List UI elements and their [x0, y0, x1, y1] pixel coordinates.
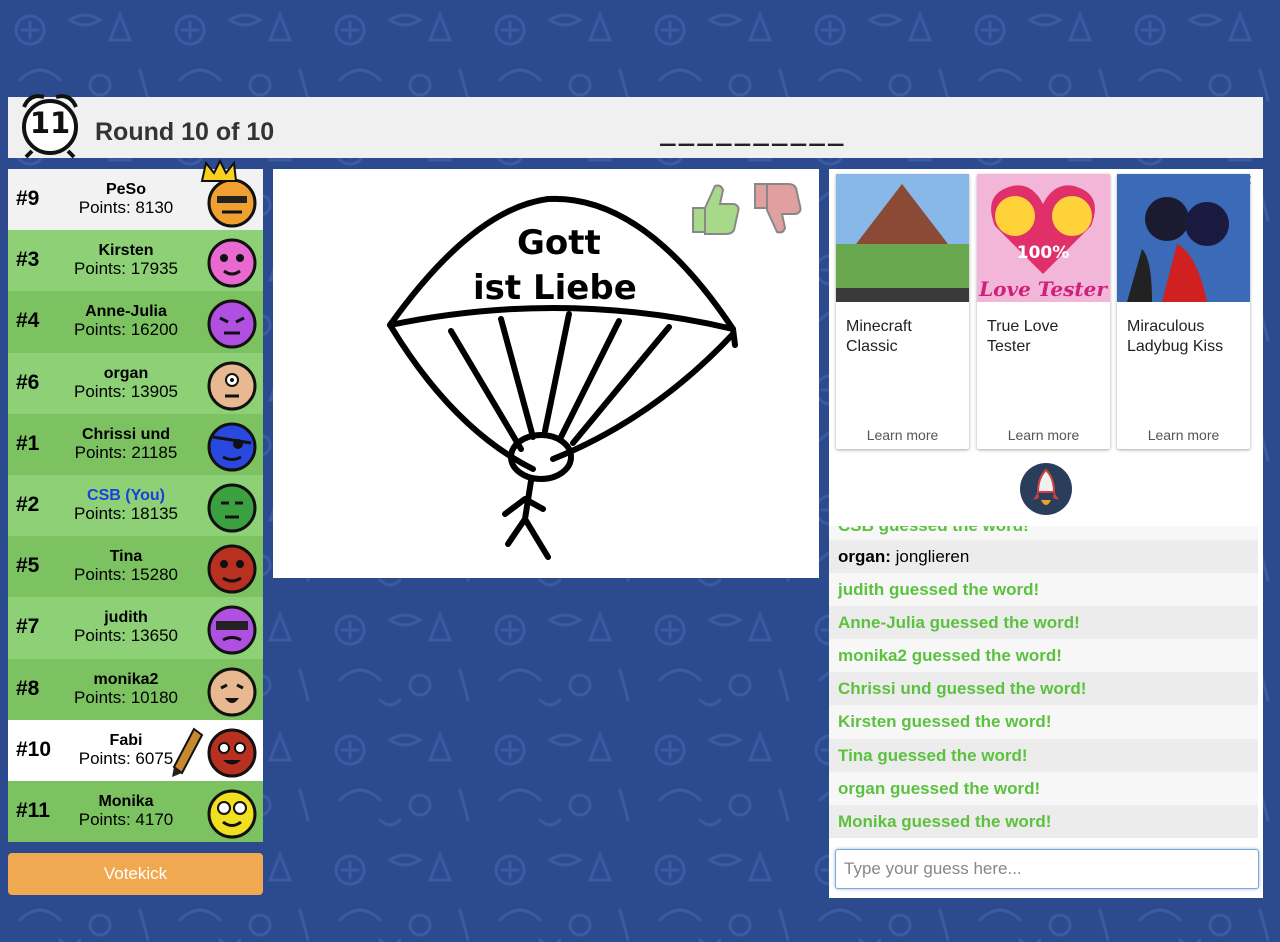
player-name: Monika: [98, 792, 154, 810]
drawing-text-line1: Gott: [517, 223, 601, 263]
player-avatar: [207, 605, 257, 655]
player-rank: #4: [16, 309, 40, 333]
player-points: Points: 17935: [74, 259, 178, 279]
player-name: organ: [103, 364, 149, 382]
chat-panel: CSB guessed the word! organ: jonglieren …: [829, 526, 1263, 898]
drawing-canvas[interactable]: Gott ist Liebe: [273, 169, 819, 578]
chat-message: Anne-Julia guessed the word!: [829, 606, 1258, 640]
player-rank: #2: [16, 492, 40, 516]
player-points: Points: 4170: [78, 809, 174, 829]
player-avatar: [207, 667, 257, 716]
player-name: CSB (You): [87, 486, 165, 504]
player-points: Points: 13905: [74, 381, 178, 401]
player-name: PeSo: [105, 181, 146, 198]
player-rank: #9: [16, 187, 40, 210]
player-points: Points: 8130: [78, 198, 174, 217]
chat-message: Chrissi und guessed the word!: [829, 672, 1258, 706]
player-row[interactable]: #8 monika2 Points: 10180: [8, 658, 263, 720]
player-list: #9 PeSo Points: 8130 #3 Kirsten Points: 17…: [8, 159, 263, 843]
player-points: Points: 21185: [74, 442, 178, 462]
player-rank: #10: [16, 737, 52, 761]
ad-title: Minecraft Classic: [846, 318, 912, 355]
learn-more-link[interactable]: Learn more: [836, 427, 969, 443]
learn-more-link[interactable]: Learn more: [1117, 427, 1250, 443]
player-rank: #6: [16, 370, 40, 394]
ad-panel: ▷✕ Minecraft Classic Learn more 100% Lov…: [829, 169, 1263, 526]
chat-message: Tina guessed the word!: [829, 738, 1258, 772]
player-avatar: [207, 299, 257, 349]
player-avatar: [207, 789, 257, 839]
player-avatar: [207, 238, 257, 288]
ad-card[interactable]: 100% Love Tester True Love Tester Learn …: [977, 174, 1110, 449]
player-name: judith: [104, 609, 148, 627]
timer-value: 11: [29, 106, 71, 140]
player-avatar: [207, 422, 257, 472]
love-tester-ad-image: 100% Love Tester: [977, 174, 1110, 302]
player-name: monika2: [93, 670, 159, 688]
timer: 11: [10, 89, 90, 159]
crown-icon: [200, 159, 238, 182]
chat-message: Monika guessed the word!: [829, 804, 1258, 838]
ad-card[interactable]: Minecraft Classic Learn more: [836, 174, 969, 449]
player-avatar: [207, 361, 257, 411]
player-name: Kirsten: [98, 242, 154, 260]
player-row[interactable]: #1 Chrissi und Points: 21185: [8, 413, 263, 475]
player-row[interactable]: #2 CSB (You) Points: 18135: [8, 474, 263, 537]
ladybug-ad-image: [1117, 174, 1250, 302]
player-rank: #11: [16, 798, 50, 822]
player-points: Points: 10180: [74, 687, 178, 707]
player-rank: #1: [16, 431, 40, 455]
chat-message: judith guessed the word!: [829, 573, 1258, 607]
thumbs-up-icon[interactable]: [687, 178, 743, 238]
learn-more-link[interactable]: Learn more: [977, 427, 1110, 443]
player-avatar: [207, 483, 257, 533]
chat-message: organ guessed the word!: [829, 771, 1258, 805]
ad-card[interactable]: Miraculous Ladybug Kiss Learn more: [1117, 174, 1250, 449]
player-name: Chrissi und: [81, 425, 170, 443]
ad-title: True Love Tester: [987, 318, 1059, 355]
player-rank: #7: [16, 615, 40, 639]
chat-message: CSB guessed the word!: [829, 526, 1258, 540]
player-avatar: [207, 728, 257, 778]
chat-sender: organ:: [838, 547, 891, 566]
love-tester-logo: Love Tester: [978, 277, 1108, 301]
player-row[interactable]: #4 Anne-Julia Points: 16200: [8, 291, 263, 353]
player-rank: #3: [16, 248, 40, 272]
player-row[interactable]: #6 organ Points: 13905: [8, 352, 263, 414]
chat-text: jonglieren: [895, 547, 970, 566]
guess-input[interactable]: [835, 849, 1259, 889]
player-row[interactable]: #7 judith Points: 13650: [8, 597, 263, 659]
player-name: Anne-Julia: [85, 303, 167, 321]
pencil-icon: [172, 727, 204, 777]
player-points: Points: 18135: [74, 503, 178, 523]
player-rank: #5: [16, 554, 40, 578]
player-rank: #8: [16, 676, 40, 700]
chat-message: organ: jonglieren: [829, 540, 1258, 574]
game-header: 11 Round 10 of 10 __________: [8, 94, 1263, 159]
round-indicator: Round 10 of 10: [95, 118, 275, 146]
drawing-text-line2: ist Liebe: [473, 268, 637, 308]
player-avatar: [207, 544, 257, 594]
ad-title: Miraculous Ladybug Kiss: [1127, 318, 1224, 355]
player-name: Tina: [109, 548, 143, 566]
votekick-button[interactable]: Votekick: [8, 853, 263, 895]
player-row[interactable]: #9 PeSo Points: 8130: [8, 159, 263, 231]
player-points: Points: 15280: [74, 565, 178, 585]
thumbs-down-icon[interactable]: [749, 178, 805, 238]
chat-message: Kirsten guessed the word!: [829, 705, 1258, 739]
minecraft-ad-image: [836, 174, 969, 302]
word-hint: __________: [660, 117, 847, 147]
chat-message: monika2 guessed the word!: [829, 639, 1258, 673]
rocket-icon: [1020, 463, 1072, 515]
player-row[interactable]: #11 Monika Points: 4170: [8, 780, 263, 843]
player-points: Points: 16200: [74, 320, 178, 340]
player-row[interactable]: #10 Fabi Points: 6075: [8, 719, 263, 781]
player-points: Points: 13650: [74, 626, 178, 646]
love-percent-badge: 100%: [1017, 243, 1070, 263]
player-row[interactable]: #3 Kirsten Points: 17935: [8, 230, 263, 292]
player-row[interactable]: #5 Tina Points: 15280: [8, 536, 263, 598]
